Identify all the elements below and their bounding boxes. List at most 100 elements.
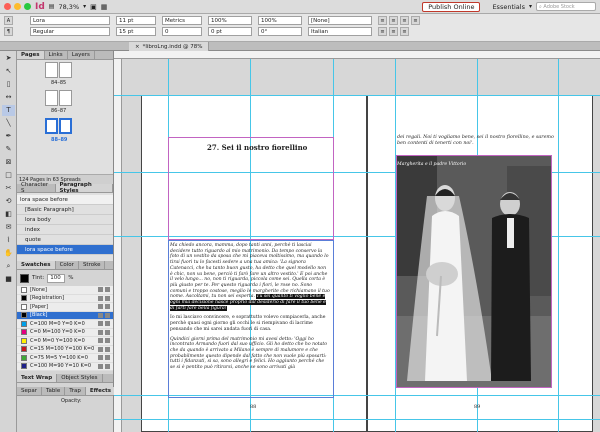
body-text[interactable]: Ma chiedo ancora, mamma, dopo tanti anni… — [170, 243, 330, 375]
free-transform-tool-icon[interactable]: ⟲ — [2, 196, 15, 207]
note-tool-icon[interactable]: ✉ — [2, 222, 15, 233]
heading-frame[interactable] — [168, 137, 334, 240]
tab-text-wrap[interactable]: Text Wrap — [17, 374, 58, 382]
close-icon[interactable]: × — [135, 44, 140, 50]
zoom-level[interactable]: 78,3% — [58, 3, 79, 11]
gradient-tool-icon[interactable]: ◧ — [2, 209, 15, 220]
justify-left-button[interactable]: ≡ — [378, 27, 387, 36]
skew-field[interactable]: 0° — [258, 27, 302, 36]
eyedropper-tool-icon[interactable]: ⌇ — [2, 235, 15, 246]
swatch-row[interactable]: [Registration] — [17, 295, 113, 303]
swatch-row[interactable]: C=100 M=90 Y=10 K=0 — [17, 363, 113, 371]
spread-thumb-selected[interactable] — [45, 118, 72, 134]
baseline-shift-field[interactable]: 0 pt — [208, 27, 252, 36]
publish-online-button[interactable]: Publish Online — [422, 1, 481, 12]
window-controls — [4, 3, 31, 10]
font-style-field[interactable]: Regular — [30, 27, 110, 36]
selection-tool-icon[interactable]: ➤ — [2, 53, 15, 64]
direct-selection-tool-icon[interactable]: ↖ — [2, 66, 15, 77]
language-field[interactable]: Italian — [308, 27, 372, 36]
fill-stroke-icon[interactable]: ■ — [2, 274, 15, 285]
swatch-row[interactable]: [None] — [17, 286, 113, 295]
gap-tool-icon[interactable]: ↔ — [2, 92, 15, 103]
zoom-window-button[interactable] — [24, 3, 31, 10]
tab-character-styles[interactable]: Character S — [17, 182, 56, 194]
leading-field[interactable]: 15 pt — [116, 27, 156, 36]
tracking-field[interactable]: 0 — [162, 27, 202, 36]
arrange-docs-icon[interactable]: ▦ — [101, 3, 108, 11]
view-options-icon[interactable]: ▾ — [83, 3, 86, 10]
guide-line[interactable] — [114, 419, 600, 420]
vertical-ruler[interactable] — [114, 59, 122, 432]
stock-search-input[interactable]: ⌕ Adobe Stock — [536, 2, 596, 11]
minimize-window-button[interactable] — [14, 3, 21, 10]
vertical-scale-field[interactable]: 100% — [208, 16, 252, 25]
tab-paragraph-styles[interactable]: Paragraph Styles — [55, 182, 113, 194]
tab-pages[interactable]: Pages — [17, 51, 45, 59]
swatch-row[interactable]: C=75 M=5 Y=100 K=0 — [17, 354, 113, 363]
line-tool-icon[interactable]: ╲ — [2, 118, 15, 129]
swatch-row[interactable]: C=0 M=0 Y=100 K=0 — [17, 337, 113, 346]
tab-stroke[interactable]: Stroke — [79, 261, 106, 269]
list-item[interactable]: index — [17, 225, 113, 235]
align-left-button[interactable]: ≡ — [378, 16, 387, 25]
swatch-row[interactable]: [Paper] — [17, 303, 113, 312]
spread-thumb[interactable] — [45, 62, 72, 78]
fill-swatch-icon[interactable] — [20, 273, 29, 283]
align-center-button[interactable]: ≡ — [389, 16, 398, 25]
pencil-tool-icon[interactable]: ✎ — [2, 144, 15, 155]
tab-swatches[interactable]: Swatches — [17, 261, 56, 269]
guide-line[interactable] — [558, 59, 559, 432]
font-size-field[interactable]: 11 pt — [116, 16, 156, 25]
rectangle-frame-tool-icon[interactable]: ⊠ — [2, 157, 15, 168]
tab-table[interactable]: Table — [42, 387, 66, 395]
tint-field[interactable]: 100 — [47, 273, 66, 283]
tab-separations[interactable]: Separ — [17, 387, 42, 395]
hand-tool-icon[interactable]: ✋ — [2, 248, 15, 259]
tab-color[interactable]: Color — [56, 261, 79, 269]
horizontal-ruler[interactable] — [114, 51, 600, 59]
horizontal-scale-field[interactable]: 100% — [258, 16, 302, 25]
control-panel: A ¶ Lora Regular 11 pt 15 pt Metrics 0 1… — [0, 14, 600, 42]
font-family-field[interactable]: Lora — [30, 16, 110, 25]
screen-mode-icon[interactable]: ▣ — [90, 3, 97, 11]
align-spine-button[interactable]: ≡ — [400, 27, 409, 36]
character-style-field[interactable]: [None] — [308, 16, 372, 25]
swatch-row[interactable]: [Black] — [17, 311, 113, 320]
list-item-selected[interactable]: lora space before — [17, 245, 113, 255]
align-right-button[interactable]: ≡ — [400, 16, 409, 25]
tab-object-styles[interactable]: Object Styles — [57, 374, 103, 382]
kerning-field[interactable]: Metrics — [162, 16, 202, 25]
spread-thumb[interactable] — [45, 90, 72, 106]
document-tab[interactable]: × *libroLng.indd @ 78% — [129, 42, 210, 51]
swatch-row[interactable]: C=100 M=0 Y=0 K=0 — [17, 320, 113, 329]
tab-links[interactable]: Links — [45, 51, 68, 59]
character-controls-button[interactable]: A — [4, 16, 13, 25]
workspace-switcher[interactable]: Essentials — [492, 3, 525, 11]
tab-effects[interactable]: Effects — [85, 387, 117, 395]
close-window-button[interactable] — [4, 3, 11, 10]
guide-line[interactable] — [114, 95, 600, 96]
chapter-heading[interactable]: 27. Sei il nostro fiorellino — [207, 143, 307, 152]
list-item[interactable]: [Basic Paragraph] — [17, 205, 113, 215]
chevron-down-icon[interactable]: ▾ — [529, 3, 532, 10]
swatch-row[interactable]: C=0 M=100 Y=0 K=0 — [17, 329, 113, 337]
right-page-text[interactable]: dei regali. Noi ti vogliamo bene, sei il… — [397, 135, 557, 147]
tab-layers[interactable]: Layers — [68, 51, 95, 59]
rectangle-tool-icon[interactable]: □ — [2, 170, 15, 181]
type-tool-icon[interactable]: T — [2, 105, 15, 116]
list-item[interactable]: quote — [17, 235, 113, 245]
bridge-icon[interactable]: ▤ — [49, 3, 55, 10]
zoom-tool-icon[interactable]: ⌕ — [2, 261, 15, 272]
wedding-photo[interactable] — [396, 155, 552, 388]
tab-trap[interactable]: Trap — [65, 387, 86, 395]
list-item[interactable]: lora body — [17, 215, 113, 225]
page-number-left: 88 — [250, 404, 257, 410]
scissors-tool-icon[interactable]: ✂ — [2, 183, 15, 194]
justify-button[interactable]: ≡ — [411, 16, 420, 25]
swatch-row[interactable]: C=15 M=100 Y=100 K=0 — [17, 346, 113, 354]
pen-tool-icon[interactable]: ✒ — [2, 131, 15, 142]
justify-all-button[interactable]: ≡ — [389, 27, 398, 36]
page-tool-icon[interactable]: ▯ — [2, 79, 15, 90]
paragraph-controls-button[interactable]: ¶ — [4, 27, 13, 36]
